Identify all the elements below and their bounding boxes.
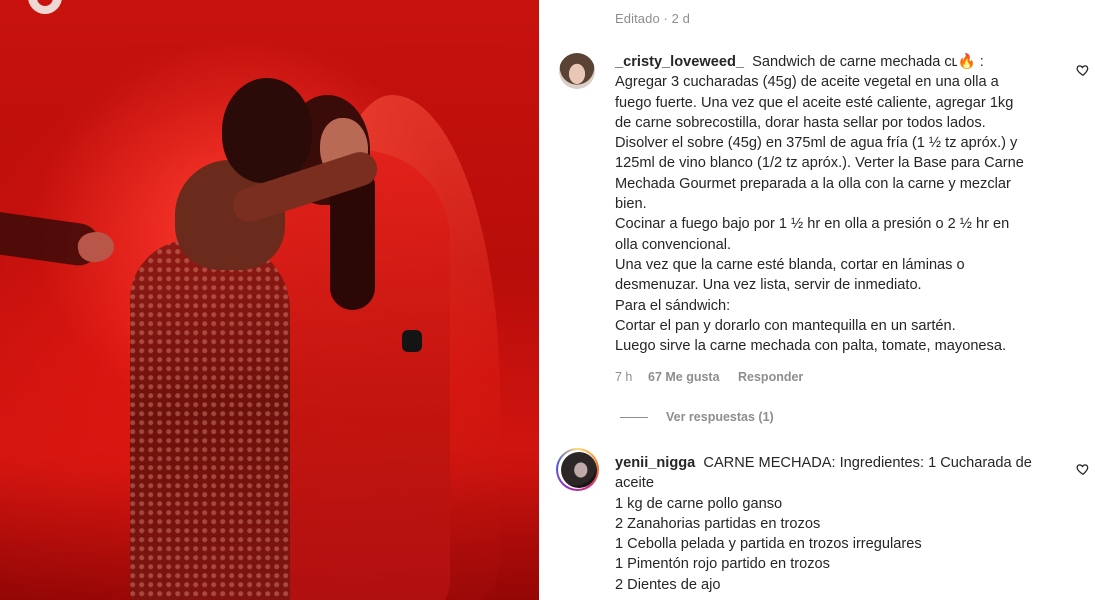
avatar[interactable] <box>561 452 597 488</box>
comment-line: bien. <box>615 196 647 213</box>
comment-username[interactable]: yenii_nigga <box>615 455 695 471</box>
likes-count[interactable]: 67 Me gusta <box>648 370 738 384</box>
comment-line: Cortar el pan y dorarlo con mantequilla … <box>615 317 956 334</box>
performer-sequin-dress <box>130 240 290 600</box>
comment-line: 2 Dientes de ajo <box>615 576 721 593</box>
avatar[interactable] <box>559 53 595 89</box>
comment-line: 125ml de vino blanco (1/2 tz apróx.). Ve… <box>615 155 1024 172</box>
view-replies-button[interactable]: Ver respuestas (1) <box>620 410 774 424</box>
comment-line: Luego sirve la carne mechada con palta, … <box>615 338 1007 355</box>
microphone <box>402 330 422 352</box>
comment-first-line: _cristy_loveweed_ Sandwich de carne mech… <box>615 52 1060 72</box>
award-logo-icon <box>28 0 62 14</box>
view-replies-label: Ver respuestas (1) <box>666 410 774 424</box>
comment-line: 2 Zanahorias partidas en trozos <box>615 515 821 532</box>
comment-line: 1 Pimentón rojo partido en trozos <box>615 556 830 573</box>
comment-meta: 7 h 67 Me gusta Responder <box>615 370 803 384</box>
comments-panel: Editado · 2 d _cristy_loveweed_ Sandwich… <box>539 0 1095 600</box>
comment-line: 1 Cebolla pelada y partida en trozos irr… <box>615 536 922 553</box>
reply-button[interactable]: Responder <box>738 370 803 384</box>
comment-line: Mechada Gourmet preparada a la olla con … <box>615 175 1011 192</box>
comment-line: CARNE MECHADA: Ingredientes: 1 Cucharada… <box>703 455 1032 471</box>
comment-text: yenii_nigga CARNE MECHADA: Ingredientes:… <box>615 453 1060 595</box>
performer-head-left <box>222 78 312 183</box>
comment-line: de carne sobrecostilla, dorar hasta sell… <box>615 114 986 131</box>
comment-text: _cristy_loveweed_ Sandwich de carne mech… <box>615 52 1060 356</box>
heart-icon[interactable] <box>1076 462 1090 476</box>
post-media[interactable] <box>0 0 539 600</box>
comment-line: 1 kg de carne pollo ganso <box>615 495 783 512</box>
comment-line: desmenuzar. Una vez lista, servir de inm… <box>615 277 922 294</box>
comment-line: olla convencional. <box>615 236 732 253</box>
comment-line: Agregar 3 cucharadas (45g) de aceite veg… <box>615 74 999 91</box>
comment-line: Una vez que la carne esté blanda, cortar… <box>615 256 965 273</box>
comment-line: Disolver el sobre (45g) en 375ml de agua… <box>615 135 1018 152</box>
edited-timestamp: Editado · 2 d <box>615 11 691 26</box>
comment-time: 7 h <box>615 370 633 384</box>
comment-line: fuego fuerte. Una vez que el aceite esté… <box>615 94 1014 111</box>
comment-line: aceite <box>615 475 654 492</box>
comment-username[interactable]: _cristy_loveweed_ <box>615 54 744 70</box>
replies-divider <box>620 416 648 418</box>
comment-line: Cocinar a fuego bajo por 1 ½ hr en olla … <box>615 216 1010 233</box>
heart-icon[interactable] <box>1076 63 1090 77</box>
comment-line: Para el sándwich: <box>615 297 731 314</box>
comment-first-line: yenii_nigga CARNE MECHADA: Ingredientes:… <box>615 453 1060 473</box>
comment-line: Sandwich de carne mechada cʟ🔥 : <box>752 54 984 70</box>
